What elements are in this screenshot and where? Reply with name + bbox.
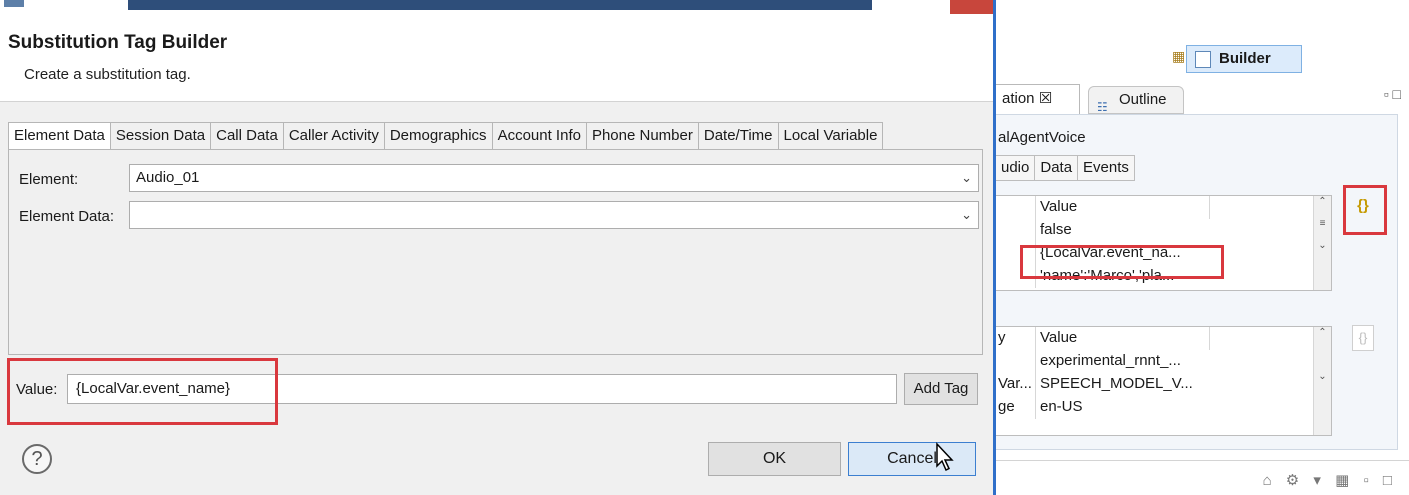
column-header-value: Value	[1040, 329, 1078, 346]
table-cell: experimental_rnnt_...	[1040, 352, 1181, 369]
builder-label: Builder	[1219, 50, 1271, 67]
dialog-header: Substitution Tag Builder Create a substi…	[0, 14, 993, 102]
tab-session-data[interactable]: Session Data	[110, 122, 212, 150]
config-subtabs: udio Data Events	[996, 155, 1135, 181]
table-cell	[996, 350, 1036, 373]
table-cell: SPEECH_MODEL_V...	[1040, 375, 1193, 392]
ide-bottom-toolbar: ⌂ ⚙ ▾ ▦ ▫ □	[996, 460, 1409, 495]
dialog-subtitle: Create a substitution tag.	[24, 66, 191, 83]
table-cell: ge	[996, 396, 1036, 419]
app-icon	[4, 0, 24, 7]
table-cell: false	[1040, 221, 1072, 238]
table-scrollbar[interactable]: ⌃ ⌄	[1313, 327, 1331, 435]
column-header-value: Value	[1040, 198, 1078, 215]
ide-workbench: ▦ Builder ation ☒ ☷ Outline ▫ □ alAgentV…	[996, 0, 1409, 495]
element-select-value: Audio_01	[136, 169, 200, 186]
configuration-panel: alAgentVoice udio Data Events Value fals…	[996, 114, 1398, 450]
tab-local-variable[interactable]: Local Variable	[778, 122, 884, 150]
properties-table: y Value experimental_rnnt_... Var... SPE…	[996, 326, 1332, 436]
table-cell: Var...	[996, 373, 1036, 396]
outline-label: Outline	[1119, 91, 1167, 108]
add-tag-button[interactable]: Add Tag	[904, 373, 978, 405]
tab-outline[interactable]: ☷ Outline	[1088, 86, 1184, 114]
open-perspective-icon[interactable]: ▦	[1172, 48, 1187, 68]
help-icon[interactable]: ?	[22, 444, 52, 474]
builder-perspective-button[interactable]: Builder	[1186, 45, 1302, 73]
value-highlight-box	[7, 358, 278, 425]
element-data-select[interactable]: ⌄	[129, 201, 979, 229]
resource-name: alAgentVoice	[998, 129, 1086, 146]
tab-phone-number[interactable]: Phone Number	[586, 122, 699, 150]
tag-button-highlight-box	[1343, 185, 1387, 235]
substitution-tag-builder-dialog: Substitution Tag Builder Create a substi…	[0, 0, 996, 495]
minimize-maximize-icon[interactable]: ▫ □	[1384, 86, 1401, 102]
chevron-down-icon: ⌄	[961, 207, 972, 222]
view-tabs: ation ☒ ☷ Outline ▫ □	[996, 84, 1409, 114]
titlebar-fill	[128, 0, 872, 10]
tab-call-data[interactable]: Call Data	[211, 122, 284, 150]
tab-date-time[interactable]: Date/Time	[698, 122, 779, 150]
dialog-titlebar	[0, 0, 993, 14]
table-row[interactable]: Var... SPEECH_MODEL_V...	[996, 373, 1331, 396]
tag-category-tabs: Element Data Session Data Call Data Call…	[8, 122, 884, 152]
chevron-down-icon: ⌄	[961, 170, 972, 185]
table-scrollbar[interactable]: ⌃ ≡ ⌄	[1313, 196, 1331, 290]
close-button[interactable]	[950, 0, 993, 14]
substitution-tag-disabled-icon: {}	[1352, 325, 1374, 351]
element-data-panel: Element: Audio_01 ⌄ Element Data: ⌄	[8, 149, 983, 355]
element-select[interactable]: Audio_01 ⌄	[129, 164, 979, 192]
table-row[interactable]: false	[996, 219, 1331, 242]
table-header-row: y Value	[996, 327, 1331, 350]
dialog-title: Substitution Tag Builder	[8, 32, 228, 53]
tab-audio[interactable]: udio	[996, 155, 1036, 181]
table-row[interactable]: ge en-US	[996, 396, 1331, 419]
tab-data[interactable]: Data	[1035, 155, 1079, 181]
tab-element-data[interactable]: Element Data	[8, 122, 111, 152]
tab-account-info[interactable]: Account Info	[492, 122, 587, 150]
element-data-label: Element Data:	[19, 208, 115, 225]
tab-caller-activity[interactable]: Caller Activity	[283, 122, 385, 150]
tab-events[interactable]: Events	[1078, 155, 1135, 181]
ok-button[interactable]: OK	[708, 442, 841, 476]
toolbar-icons[interactable]: ⌂ ⚙ ▾ ▦ ▫ □	[1263, 471, 1397, 489]
table-header-row: Value	[996, 196, 1331, 219]
table-cell: en-US	[1040, 398, 1083, 415]
mouse-pointer-icon	[936, 442, 954, 472]
table-cell: y	[996, 327, 1036, 350]
builder-icon	[1195, 51, 1211, 68]
tab-demographics[interactable]: Demographics	[384, 122, 493, 150]
tab-configuration[interactable]: ation ☒	[996, 84, 1080, 114]
element-label: Element:	[19, 171, 79, 188]
row-highlight-box	[1020, 245, 1224, 279]
table-row[interactable]: experimental_rnnt_...	[996, 350, 1331, 373]
